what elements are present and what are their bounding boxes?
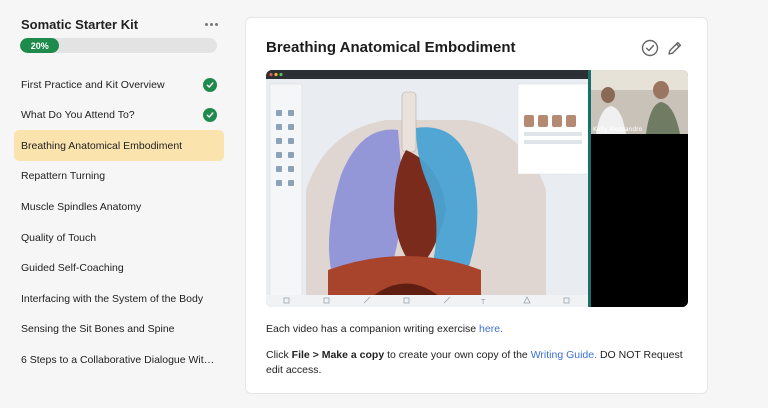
lesson-item[interactable]: Interfacing with the System of the Body bbox=[14, 283, 224, 314]
progress-label: 20% bbox=[30, 40, 49, 51]
pencil-icon[interactable] bbox=[666, 39, 684, 57]
lesson-content-card: Breathing Anatomical Embodiment T Kelly … bbox=[245, 17, 708, 394]
course-progress-bar: 20% bbox=[20, 38, 217, 53]
lesson-item[interactable]: What Do You Attend To? bbox=[14, 100, 224, 131]
completed-check-icon bbox=[203, 108, 217, 123]
lesson-label: Breathing Anatomical Embodiment bbox=[21, 139, 183, 152]
lesson-item[interactable]: 6 Steps to a Collaborative Dialogue With… bbox=[14, 344, 224, 375]
copy-instructions-text: Click File > Make a copy to create your … bbox=[266, 349, 683, 376]
lesson-label: 6 Steps to a Collaborative Dialogue With… bbox=[21, 353, 217, 366]
lesson-title: Breathing Anatomical Embodiment bbox=[266, 39, 516, 56]
svg-text:T: T bbox=[480, 298, 486, 306]
lesson-label: Sensing the Sit Bones and Spine bbox=[21, 323, 175, 336]
lesson-list: First Practice and Kit Overview What Do Y… bbox=[14, 69, 224, 375]
lesson-label: First Practice and Kit Overview bbox=[21, 78, 165, 91]
lesson-item[interactable]: Quality of Touch bbox=[14, 222, 224, 253]
companion-exercise-link[interactable]: here. bbox=[479, 323, 503, 335]
participant-name: Kelly Alessandro bbox=[593, 126, 642, 133]
lesson-item[interactable]: Sensing the Sit Bones and Spine bbox=[14, 314, 224, 345]
completed-check-icon bbox=[203, 77, 217, 92]
check-circle-icon[interactable] bbox=[641, 39, 659, 57]
writing-guide-link[interactable]: Writing Guide. bbox=[531, 349, 597, 361]
lesson-label: Guided Self-Coaching bbox=[21, 262, 124, 275]
progress-fill: 20% bbox=[20, 38, 60, 53]
lesson-item[interactable]: Breathing Anatomical Embodiment bbox=[14, 130, 224, 162]
lesson-item[interactable]: Muscle Spindles Anatomy bbox=[14, 191, 224, 222]
lesson-label: Interfacing with the System of the Body bbox=[21, 292, 204, 305]
lesson-label: Quality of Touch bbox=[21, 231, 97, 244]
lesson-item[interactable]: First Practice and Kit Overview bbox=[14, 69, 224, 100]
lesson-video-player[interactable]: T Kelly Alessandro bbox=[266, 70, 688, 307]
course-title: Somatic Starter Kit bbox=[21, 17, 139, 32]
lesson-label: Repattern Turning bbox=[21, 170, 106, 183]
course-sidebar: Somatic Starter Kit 20% First Practice a… bbox=[0, 0, 232, 408]
lesson-item[interactable]: Repattern Turning bbox=[14, 161, 224, 192]
more-options-icon[interactable] bbox=[201, 17, 221, 31]
lesson-item[interactable]: Guided Self-Coaching bbox=[14, 253, 224, 284]
lesson-label: Muscle Spindles Anatomy bbox=[21, 200, 142, 213]
lesson-label: What Do You Attend To? bbox=[21, 109, 135, 122]
companion-exercise-text: Each video has a companion writing exerc… bbox=[266, 323, 503, 335]
